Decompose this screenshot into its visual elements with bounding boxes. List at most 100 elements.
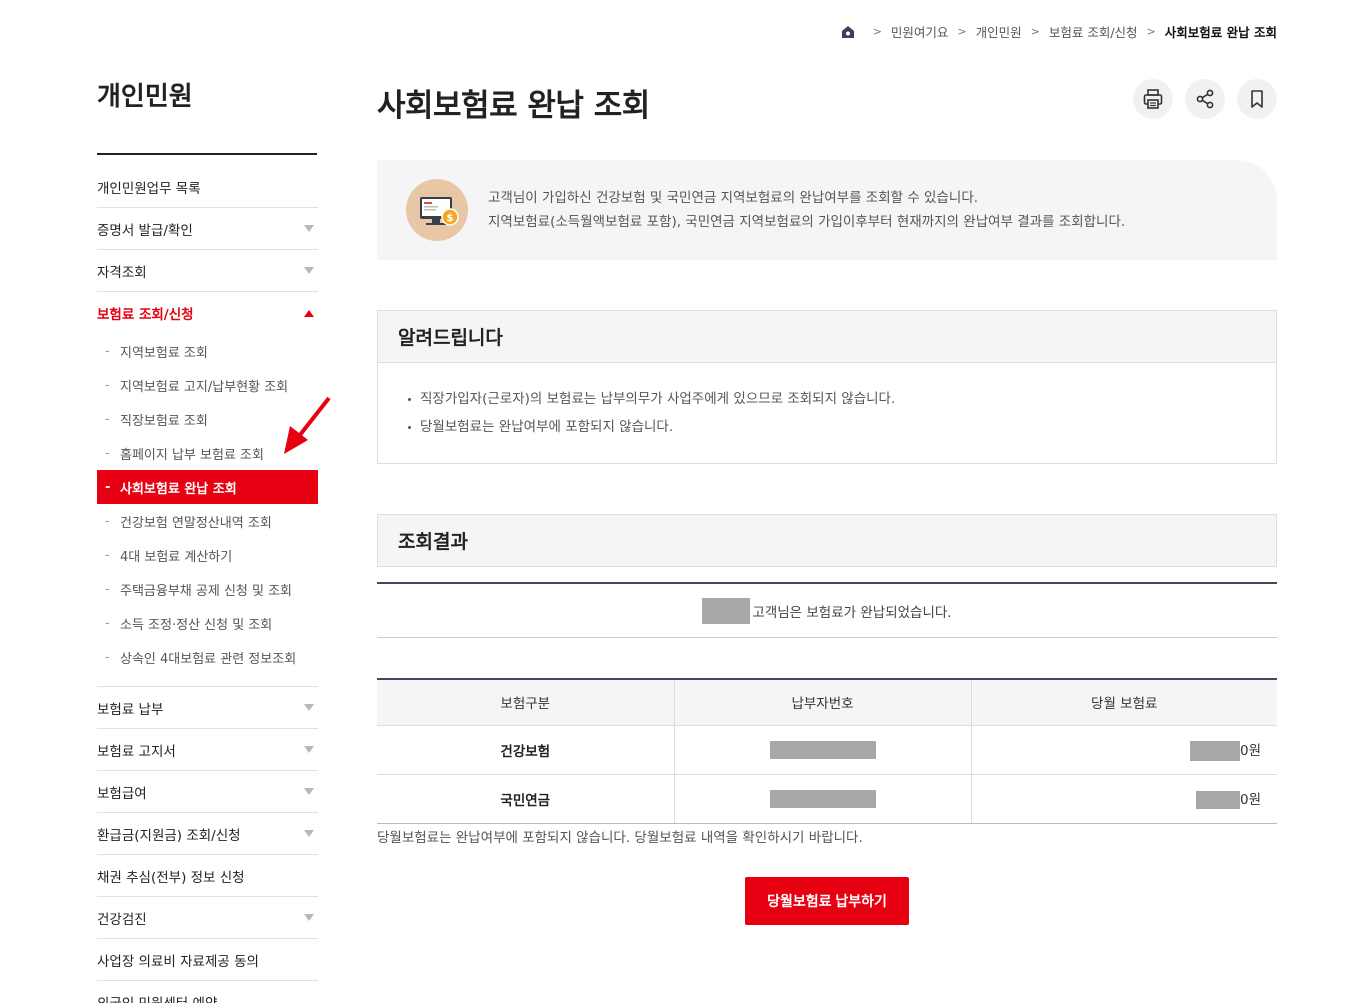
bookmark-icon: [1251, 90, 1263, 108]
submenu-item-active[interactable]: - 사회보험료 완납 조회: [97, 470, 318, 504]
sidebar-item-eligibility[interactable]: 자격조회: [97, 250, 318, 292]
table-note: 당월보험료는 완납여부에 포함되지 않습니다. 당월보험료 내역을 확인하시기 …: [377, 830, 863, 846]
chevron-down-icon: [304, 267, 314, 274]
submenu-item[interactable]: - 주택금융부채 공제 신청 및 조회: [97, 572, 318, 606]
sidebar-item-payment[interactable]: 보험료 납부: [97, 687, 318, 729]
payer-number: [674, 774, 972, 824]
sidebar-item-label: 건강검진: [97, 911, 147, 928]
share-icon: [1196, 89, 1214, 109]
home-icon[interactable]: [840, 24, 856, 40]
dash-icon: -: [105, 411, 110, 427]
sidebar-item-label: 증명서 발급/확인: [97, 222, 193, 239]
sidebar-title: 개인민원: [97, 82, 193, 112]
monthly-premium: 0원: [971, 774, 1277, 824]
submenu-item-label: 소득 조정·정산 신청 및 조회: [120, 617, 273, 633]
redacted-payer-number: [769, 740, 876, 759]
sidebar-item-checkup[interactable]: 건강검진: [97, 897, 318, 939]
monitor-coin-icon: $: [406, 179, 468, 241]
submenu-item-label: 상속인 4대보험료 관련 정보조회: [120, 651, 297, 667]
breadcrumb-item[interactable]: 개인민원: [976, 22, 1022, 41]
info-text: 고객님이 가입하신 건강보험 및 국민연금 지역보험료의 완납여부를 조회할 수…: [488, 186, 1125, 234]
notice-item: 직장가입자(근로자)의 보험료는 납부의무가 사업주에게 있으므로 조회되지 않…: [404, 385, 1276, 413]
amount-suffix: 0원: [1239, 742, 1261, 759]
dash-icon: -: [105, 479, 111, 495]
redacted-payer-number: [769, 789, 876, 808]
bookmark-button[interactable]: [1237, 79, 1277, 119]
submenu-item[interactable]: -4대 보험료 계산하기: [97, 538, 318, 572]
insurance-type: 국민연금: [377, 774, 675, 824]
sidebar-item-list[interactable]: 개인민원업무 목록: [97, 166, 318, 208]
submenu-item-label: 사회보험료 완납 조회: [120, 481, 237, 497]
info-line: 고객님이 가입하신 건강보험 및 국민연금 지역보험료의 완납여부를 조회할 수…: [488, 190, 979, 206]
amount-suffix: 0원: [1239, 792, 1261, 808]
sidebar-item-collection[interactable]: 채권 추심(전부) 정보 신청: [97, 855, 318, 897]
notice-title: 알려드립니다: [378, 311, 1276, 363]
breadcrumb: > 민원여기요 > 개인민원 > 보험료 조회/신청 > 사회보험료 완납 조회: [840, 22, 1277, 41]
result-message-text: 고객님은 보험료가 완납되었습니다.: [752, 604, 952, 621]
chevron-down-icon: [304, 788, 314, 795]
chevron-down-icon: [304, 746, 314, 753]
chevron-right-icon: >: [1146, 25, 1156, 38]
dash-icon: -: [105, 445, 110, 461]
divider: [97, 153, 317, 155]
column-header: 당월 보험료: [971, 679, 1277, 726]
chevron-right-icon: >: [1030, 25, 1040, 38]
table-header-row: 보험구분 납부자번호 당월 보험료: [377, 679, 1277, 726]
table-row: 국민연금 0원: [377, 774, 1277, 824]
breadcrumb-item[interactable]: 보험료 조회/신청: [1049, 22, 1138, 41]
payer-number: [674, 725, 972, 775]
sidebar-item-bill[interactable]: 보험료 고지서: [97, 729, 318, 771]
chevron-right-icon: >: [872, 25, 882, 38]
info-line: 지역보험료(소득월액보험료 포함), 국민연금 지역보험료의 가입이후부터 현재…: [488, 214, 1126, 230]
page-tools: [1133, 79, 1277, 119]
chevron-down-icon: [304, 225, 314, 232]
redacted-amount: [1189, 740, 1240, 761]
submenu-item-label: 지역보험료 조회: [120, 345, 208, 361]
sidebar-item-label: 자격조회: [97, 264, 147, 281]
table-row: 건강보험 0원: [377, 725, 1277, 775]
sidebar-item-refund[interactable]: 환급금(지원금) 조회/신청: [97, 813, 318, 855]
pay-current-month-button[interactable]: 당월보험료 납부하기: [745, 877, 909, 925]
redacted-name: [702, 597, 751, 624]
submenu-item[interactable]: - 건강보험 연말정산내역 조회: [97, 504, 318, 538]
sidebar-item-label: 보험료 고지서: [97, 743, 176, 760]
insurance-type: 건강보험: [377, 725, 675, 775]
page-title: 사회보험료 완납 조회: [377, 88, 650, 124]
submenu-item[interactable]: - 상속인 4대보험료 관련 정보조회: [97, 640, 318, 674]
sidebar-item-certificates[interactable]: 증명서 발급/확인: [97, 208, 318, 250]
submenu-item-label: 4대 보험료 계산하기: [120, 549, 233, 565]
sidebar-menu: 개인민원업무 목록 증명서 발급/확인 자격조회 보험료 조회/신청 - 지역보험…: [97, 166, 318, 1003]
submenu-item[interactable]: - 소득 조정·정산 신청 및 조회: [97, 606, 318, 640]
print-icon: [1143, 89, 1163, 109]
chevron-right-icon: >: [957, 25, 967, 38]
svg-text:$: $: [447, 213, 454, 224]
share-button[interactable]: [1185, 79, 1225, 119]
submenu-item[interactable]: - 지역보험료 조회: [97, 334, 318, 368]
sidebar-item-premium-inquiry[interactable]: 보험료 조회/신청: [97, 292, 318, 334]
redacted-amount: [1195, 791, 1240, 809]
sidebar-item-label: 외국인 민원센터 예약: [97, 992, 217, 1003]
monthly-premium: 0원: [971, 725, 1277, 775]
chevron-down-icon: [304, 914, 314, 921]
column-header: 보험구분: [377, 679, 675, 726]
sidebar-item-label: 환급금(지원금) 조회/신청: [97, 827, 241, 844]
sidebar-item-medical-consent[interactable]: 사업장 의료비 자료제공 동의: [97, 939, 318, 981]
dash-icon: -: [105, 649, 110, 665]
sidebar-item-foreigner-center[interactable]: 외국인 민원센터 예약: [97, 981, 318, 1003]
print-button[interactable]: [1133, 79, 1173, 119]
dash-icon: -: [105, 615, 110, 631]
pointer-arrow-icon: [284, 396, 331, 454]
breadcrumb-item[interactable]: 민원여기요: [891, 22, 949, 41]
notice-list: 직장가입자(근로자)의 보험료는 납부의무가 사업주에게 있으므로 조회되지 않…: [378, 363, 1276, 441]
submenu-item-label: 건강보험 연말정산내역 조회: [120, 515, 272, 531]
dash-icon: -: [105, 343, 110, 359]
chevron-down-icon: [304, 704, 314, 711]
result-table: 보험구분 납부자번호 당월 보험료 건강보험 0원 국민연금 0원: [377, 678, 1277, 824]
sidebar-item-label: 개인민원업무 목록: [97, 180, 201, 197]
dash-icon: -: [105, 547, 110, 563]
sidebar-item-label: 사업장 의료비 자료제공 동의: [97, 953, 259, 970]
submenu: - 지역보험료 조회 - 지역보험료 고지/납부현황 조회 - 직장보험료 조회 -홈…: [97, 334, 318, 687]
breadcrumb-current: 사회보험료 완납 조회: [1164, 25, 1277, 40]
sidebar-item-benefits[interactable]: 보험급여: [97, 771, 318, 813]
chevron-down-icon: [304, 830, 314, 837]
